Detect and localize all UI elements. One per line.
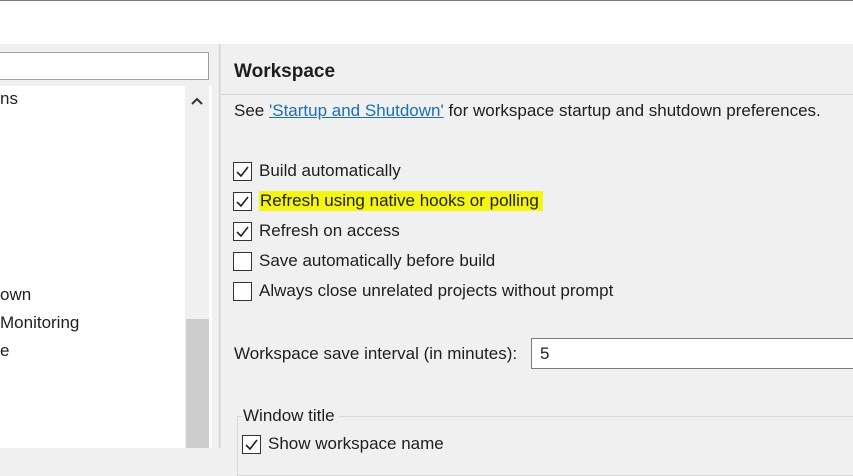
preferences-tree-panel: ns own Monitoring e	[0, 44, 219, 448]
close-unrelated-projects-label: Always close unrelated projects without …	[259, 281, 614, 300]
preferences-tree: ns own Monitoring e	[0, 86, 212, 448]
refresh-native-hooks-option[interactable]: Refresh using native hooks or polling	[233, 189, 543, 213]
refresh-native-hooks-label: Refresh using native hooks or polling	[259, 191, 543, 211]
close-unrelated-projects-checkbox[interactable]	[233, 281, 252, 301]
scroll-thumb[interactable]	[186, 319, 209, 448]
tree-scrollbar[interactable]	[185, 86, 209, 448]
save-interval-input[interactable]: 5	[531, 338, 853, 369]
tree-item[interactable]: own	[0, 285, 31, 305]
show-workspace-name-label: Show workspace name	[268, 434, 444, 453]
workspace-preferences-page: Workspace See 'Startup and Shutdown' for…	[221, 44, 853, 476]
build-automatically-option[interactable]: Build automatically	[233, 159, 401, 183]
window-title-group-label: Window title	[243, 406, 339, 426]
tree-item[interactable]: ns	[0, 89, 18, 109]
refresh-on-access-label: Refresh on access	[259, 221, 400, 240]
show-workspace-name-checkbox[interactable]	[242, 434, 261, 454]
startup-shutdown-link[interactable]: 'Startup and Shutdown'	[269, 101, 444, 120]
filter-input[interactable]	[0, 52, 209, 80]
refresh-native-hooks-checkbox[interactable]	[233, 191, 252, 211]
save-interval-label: Workspace save interval (in minutes):	[234, 338, 517, 369]
save-before-build-label: Save automatically before build	[259, 251, 496, 270]
title-separator	[221, 94, 853, 95]
tree-item[interactable]: Monitoring	[0, 313, 79, 333]
show-workspace-name-option[interactable]: Show workspace name	[242, 434, 444, 454]
top-bar	[0, 0, 853, 44]
checkmark-icon	[236, 226, 249, 237]
save-before-build-checkbox[interactable]	[233, 251, 252, 271]
tree-item[interactable]: e	[0, 341, 9, 361]
close-unrelated-projects-option[interactable]: Always close unrelated projects without …	[233, 279, 613, 303]
checkmark-icon	[245, 439, 258, 450]
checkmark-icon	[236, 166, 249, 177]
page-title: Workspace	[234, 61, 336, 82]
scroll-up-icon[interactable]	[185, 90, 209, 112]
save-before-build-option[interactable]: Save automatically before build	[233, 249, 495, 273]
refresh-on-access-option[interactable]: Refresh on access	[233, 219, 400, 243]
description-suffix: for workspace startup and shutdown prefe…	[443, 101, 821, 120]
save-interval-value: 5	[540, 343, 550, 363]
build-automatically-label: Build automatically	[259, 161, 401, 180]
save-interval-label-text: Workspace save interval (in minutes):	[234, 343, 518, 363]
refresh-on-access-checkbox[interactable]	[233, 221, 252, 241]
checkmark-icon	[236, 196, 249, 207]
build-automatically-checkbox[interactable]	[233, 161, 252, 181]
description-prefix: See	[234, 101, 269, 120]
page-description: See 'Startup and Shutdown' for workspace…	[234, 101, 821, 121]
